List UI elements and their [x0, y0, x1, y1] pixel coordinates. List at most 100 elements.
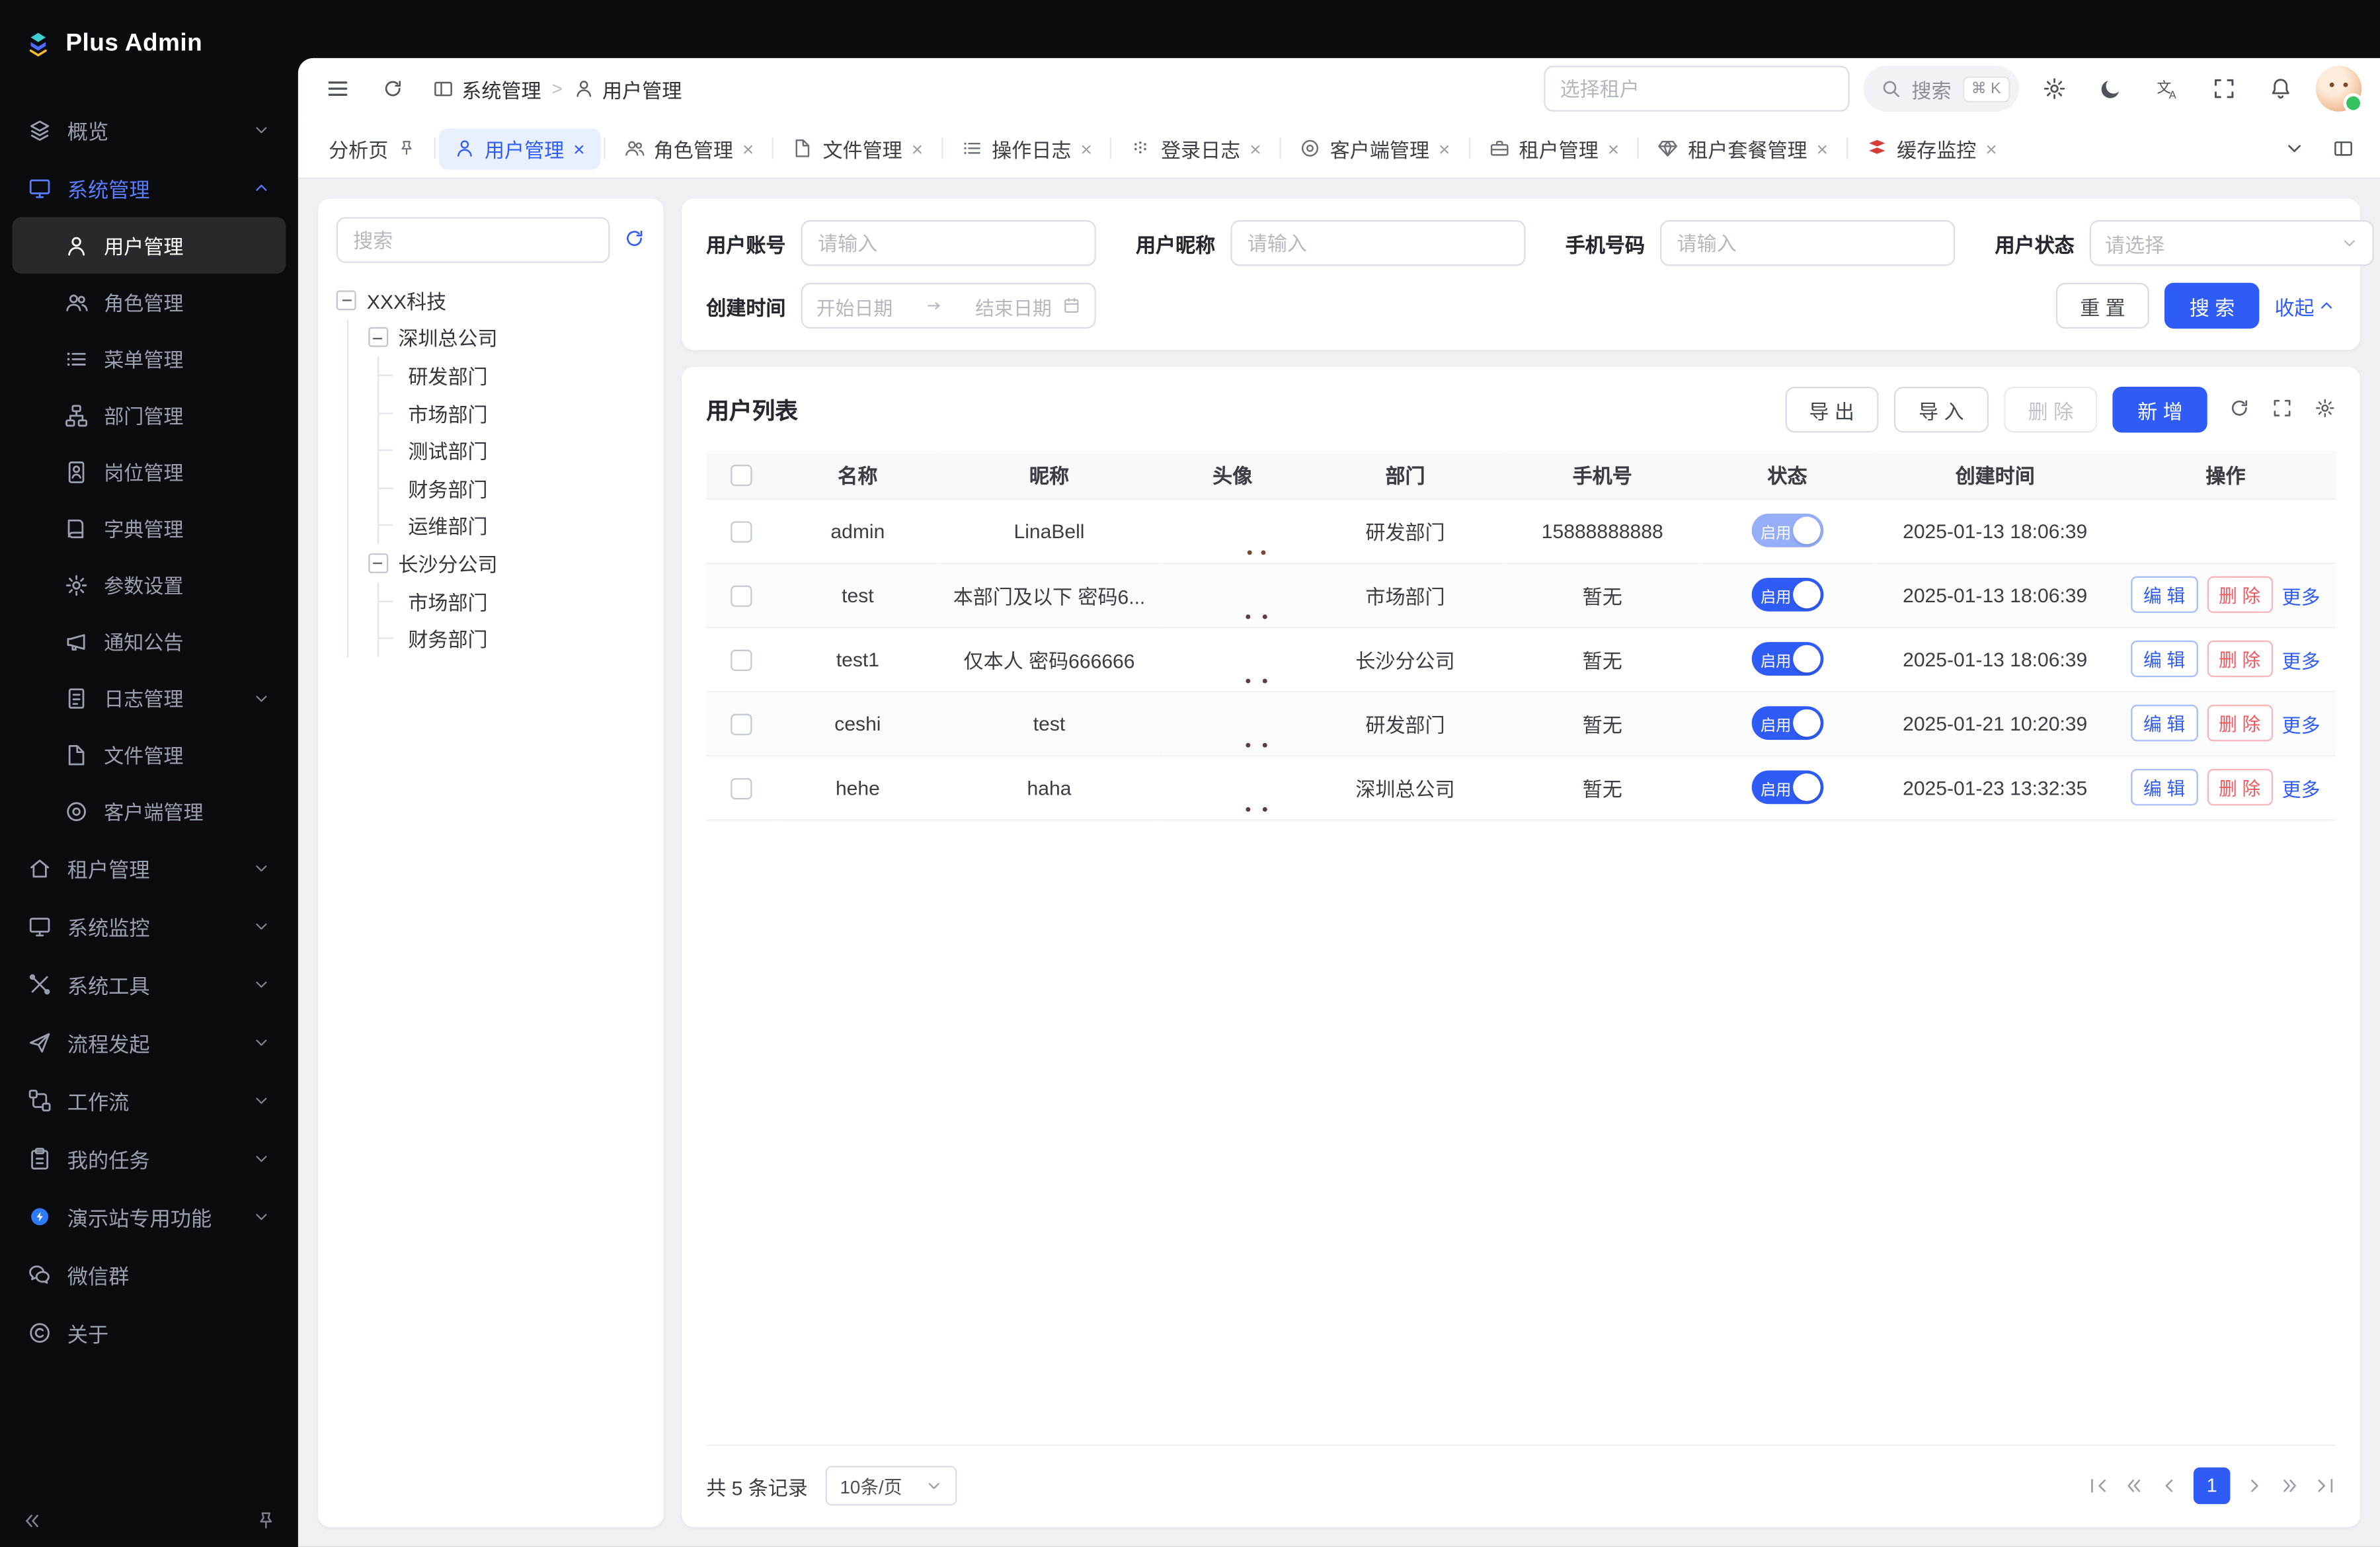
phone-input[interactable] — [1660, 220, 1955, 266]
tab-close-icon[interactable]: × — [573, 138, 585, 158]
more-link[interactable]: 更多 — [2282, 645, 2320, 674]
tree-node-leaf[interactable]: 运维部门 — [399, 507, 645, 545]
delete-row-button[interactable]: 删 除 — [2207, 576, 2273, 613]
fullscreen-icon[interactable] — [2203, 67, 2246, 110]
sidebar-item-overview[interactable]: 概览 — [12, 101, 286, 159]
tree-node-leaf[interactable]: 市场部门 — [399, 394, 645, 432]
sidebar-item-param-settings[interactable]: 参数设置 — [12, 557, 286, 614]
jump-forward-icon[interactable] — [2279, 1475, 2300, 1496]
tree-node-leaf[interactable]: 测试部门 — [399, 432, 645, 469]
sidebar-item-notice[interactable]: 通知公告 — [12, 613, 286, 670]
edit-button[interactable]: 编 辑 — [2131, 641, 2197, 677]
tab-file-mgmt[interactable]: 文件管理 × — [777, 128, 938, 169]
sidebar-item-client-mgmt[interactable]: 客户端管理 — [12, 783, 286, 840]
sidebar-item-menu-mgmt[interactable]: 菜单管理 — [12, 330, 286, 387]
global-search[interactable]: 搜索 ⌘ K — [1862, 65, 2019, 111]
delete-row-button[interactable]: 删 除 — [2207, 769, 2273, 805]
table-fullscreen-icon[interactable] — [2272, 397, 2293, 422]
sidebar-item-user-mgmt[interactable]: 用户管理 — [12, 217, 286, 274]
sidebar-item-post-mgmt[interactable]: 岗位管理 — [12, 444, 286, 500]
hamburger-menu-icon[interactable] — [317, 67, 360, 110]
nickname-input[interactable] — [1230, 220, 1525, 266]
prev-page-icon[interactable] — [2159, 1475, 2180, 1496]
date-range-picker[interactable]: 开始日期 结束日期 — [801, 283, 1096, 329]
sidebar-item-tenant-mgmt[interactable]: 租户管理 — [12, 839, 286, 897]
refresh-page-icon[interactable] — [372, 67, 415, 110]
delete-row-button[interactable]: 删 除 — [2207, 705, 2273, 741]
breadcrumb-item-system[interactable]: 系统管理 — [432, 74, 541, 103]
tab-login-log[interactable]: 登录日志 × — [1115, 128, 1277, 169]
more-link[interactable]: 更多 — [2282, 773, 2320, 802]
import-button[interactable]: 导 入 — [1894, 387, 1988, 432]
first-page-icon[interactable] — [2088, 1475, 2109, 1496]
sidebar-item-log-mgmt[interactable]: 日志管理 — [12, 670, 286, 727]
tab-user-mgmt[interactable]: 用户管理 × — [439, 128, 600, 169]
tab-cache-monitor[interactable]: 缓存监控 × — [1851, 128, 2012, 169]
sidebar-item-role-mgmt[interactable]: 角色管理 — [12, 274, 286, 331]
edit-button[interactable]: 编 辑 — [2131, 769, 2197, 805]
tab-close-icon[interactable]: × — [1439, 138, 1450, 158]
status-toggle[interactable]: 启用 — [1751, 578, 1823, 612]
sidebar-item-sys-tools[interactable]: 系统工具 — [12, 955, 286, 1013]
sidebar-item-workflow[interactable]: 工作流 — [12, 1072, 286, 1130]
collapse-sidebar-icon[interactable] — [21, 1510, 42, 1531]
tree-refresh-icon[interactable] — [623, 227, 645, 253]
notification-bell-icon[interactable] — [2259, 67, 2302, 110]
tree-collapse-toggle[interactable] — [337, 290, 356, 310]
tree-node-leaf[interactable]: 市场部门 — [399, 582, 645, 619]
tab-client-mgmt[interactable]: 客户端管理 × — [1284, 128, 1465, 169]
status-select[interactable]: 请选择 — [2090, 220, 2374, 266]
settings-gear-icon[interactable] — [2033, 67, 2076, 110]
row-checkbox[interactable] — [731, 649, 752, 670]
tab-operation-log[interactable]: 操作日志 × — [946, 128, 1107, 169]
next-page-icon[interactable] — [2244, 1475, 2265, 1496]
last-page-icon[interactable] — [2315, 1475, 2336, 1496]
status-toggle[interactable]: 启用 — [1751, 706, 1823, 740]
sidebar-item-about[interactable]: 关于 — [12, 1304, 286, 1362]
sidebar-item-my-tasks[interactable]: 我的任务 — [12, 1130, 286, 1188]
delete-row-button[interactable]: 删 除 — [2207, 641, 2273, 677]
delete-button[interactable]: 删 除 — [2004, 387, 2098, 432]
row-checkbox[interactable] — [731, 585, 752, 606]
export-button[interactable]: 导 出 — [1784, 387, 1878, 432]
dark-mode-moon-icon[interactable] — [2090, 67, 2133, 110]
status-toggle[interactable]: 启用 — [1751, 514, 1823, 547]
sidebar-item-sys-monitor[interactable]: 系统监控 — [12, 897, 286, 955]
tree-collapse-toggle[interactable] — [368, 328, 387, 348]
tab-tenant-package[interactable]: 租户套餐管理 × — [1642, 128, 1843, 169]
sidebar-item-demo-features[interactable]: 演示站专用功能 — [12, 1188, 286, 1246]
status-toggle[interactable]: 启用 — [1751, 642, 1823, 676]
language-icon[interactable] — [2146, 67, 2189, 110]
tree-node-leaf[interactable]: 研发部门 — [399, 356, 645, 394]
tree-node-leaf[interactable]: 财务部门 — [399, 469, 645, 507]
sidebar-item-dict-mgmt[interactable]: 字典管理 — [12, 500, 286, 557]
add-button[interactable]: 新 增 — [2113, 387, 2207, 432]
more-link[interactable]: 更多 — [2282, 709, 2320, 738]
tree-node-branch[interactable]: 长沙分公司 — [368, 544, 645, 582]
sidebar-item-process-start[interactable]: 流程发起 — [12, 1013, 286, 1072]
sidebar-item-dept-mgmt[interactable]: 部门管理 — [12, 387, 286, 444]
page-size-select[interactable]: 10条/页 — [826, 1466, 958, 1505]
collapse-filters-link[interactable]: 收起 — [2274, 291, 2336, 320]
tab-layout-icon[interactable] — [2322, 127, 2365, 170]
sidebar-item-system[interactable]: 系统管理 — [12, 159, 286, 217]
page-number[interactable]: 1 — [2194, 1468, 2230, 1504]
tab-role-mgmt[interactable]: 角色管理 × — [608, 128, 769, 169]
breadcrumb-item-user[interactable]: 用户管理 — [573, 74, 682, 103]
jump-back-icon[interactable] — [2123, 1475, 2145, 1496]
user-avatar[interactable] — [2316, 65, 2361, 111]
tree-search-input[interactable] — [337, 217, 610, 262]
table-refresh-icon[interactable] — [2229, 397, 2250, 422]
tab-close-icon[interactable]: × — [742, 138, 754, 158]
account-input[interactable] — [801, 220, 1096, 266]
tab-close-icon[interactable]: × — [1080, 138, 1092, 158]
select-all-checkbox[interactable] — [731, 465, 752, 486]
edit-button[interactable]: 编 辑 — [2131, 705, 2197, 741]
row-checkbox[interactable] — [731, 521, 752, 542]
tree-collapse-toggle[interactable] — [368, 553, 387, 573]
reset-button[interactable]: 重 置 — [2055, 283, 2149, 329]
tree-node-root[interactable]: XXX科技 — [337, 281, 645, 319]
search-button[interactable]: 搜 索 — [2165, 283, 2259, 329]
tab-close-icon[interactable]: × — [1250, 138, 1261, 158]
sidebar-item-file-mgmt[interactable]: 文件管理 — [12, 726, 286, 783]
